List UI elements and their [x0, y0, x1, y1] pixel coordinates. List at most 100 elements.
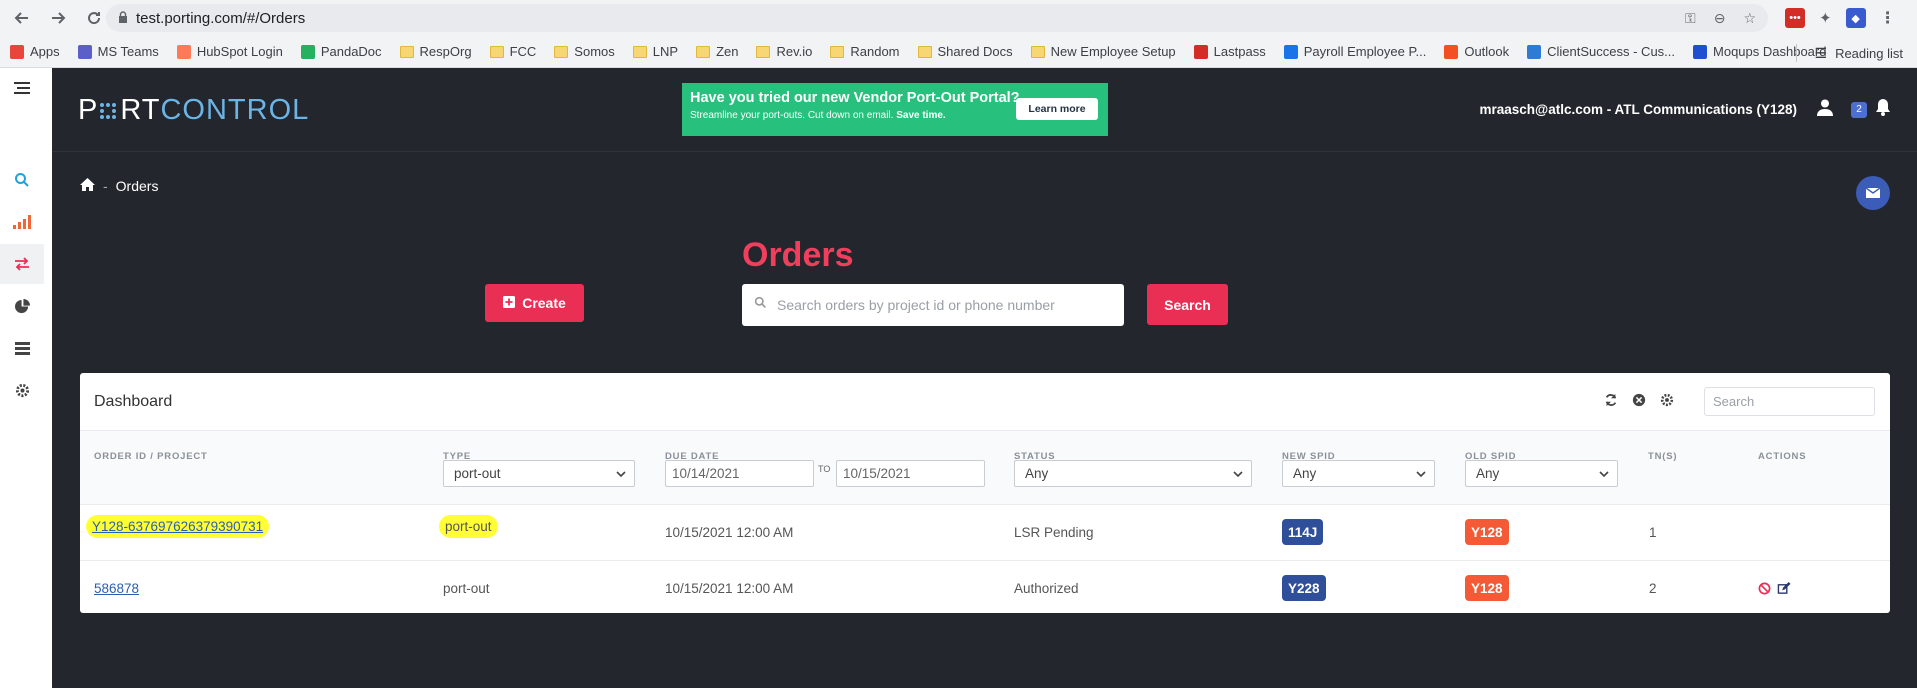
bookmarks-bar: Apps MS Teams HubSpot Login PandaDoc RespOrg…: [0, 36, 1917, 68]
gear-nav-icon[interactable]: [0, 370, 44, 410]
bookmark-item[interactable]: PandaDoc: [300, 44, 382, 59]
tn-count-cell: 1: [1649, 525, 1657, 540]
date-range-to-label: TO: [818, 464, 831, 474]
search-nav-icon[interactable]: [0, 160, 44, 200]
bookmark-label: PandaDoc: [320, 44, 382, 59]
bookmark-item[interactable]: RespOrg: [399, 44, 472, 59]
bookmark-label: Shared Docs: [937, 44, 1013, 59]
pandadoc-icon: [300, 44, 315, 59]
menu-dots-icon[interactable]: ⋮: [1880, 8, 1896, 28]
reload-icon[interactable]: [80, 4, 108, 32]
bookmark-item[interactable]: Random: [830, 44, 900, 59]
bookmark-item[interactable]: ClientSuccess - Cus...: [1527, 44, 1675, 59]
transfer-arrows-icon[interactable]: [0, 244, 44, 284]
bookmark-label: ClientSuccess - Cus...: [1547, 44, 1676, 59]
old-spid-badge: Y128: [1465, 519, 1509, 545]
zoom-icon[interactable]: ⊖: [1714, 10, 1726, 27]
due-date-from-input[interactable]: 10/14/2021: [665, 460, 814, 487]
bookmark-label: RespOrg: [419, 44, 472, 59]
bookmark-item[interactable]: Lastpass: [1193, 44, 1266, 59]
bookmark-item[interactable]: LNP: [632, 44, 678, 59]
user-account-label[interactable]: mraasch@atlc.com - ATL Communications (Y…: [1480, 102, 1798, 117]
plus-square-icon: [503, 295, 516, 311]
home-icon[interactable]: [80, 178, 95, 194]
forward-icon[interactable]: [44, 4, 72, 32]
page-title: Orders: [742, 236, 854, 274]
bookmark-item[interactable]: Zen: [696, 44, 738, 59]
signal-bars-icon[interactable]: [0, 202, 44, 242]
old-spid-filter-select[interactable]: Any: [1465, 460, 1618, 487]
bell-icon[interactable]: [1875, 98, 1891, 121]
bookmark-item[interactable]: Outlook: [1444, 44, 1509, 59]
order-id-link[interactable]: Y128-637697626379390731: [92, 519, 263, 534]
puzzle-icon[interactable]: ✦: [1819, 9, 1832, 27]
order-search-field[interactable]: [742, 284, 1124, 326]
outlook-icon: [1444, 44, 1459, 59]
bookmark-item[interactable]: MS Teams: [77, 44, 159, 59]
order-search-input[interactable]: [777, 297, 1117, 313]
cancel-order-icon[interactable]: [1758, 582, 1771, 600]
pie-chart-icon[interactable]: [0, 286, 44, 326]
create-order-button[interactable]: Create: [485, 284, 584, 322]
app-header: P RTCONTROL Have you tried our new Vendor…: [52, 68, 1917, 152]
bookmark-item[interactable]: Somos: [554, 44, 615, 59]
dashboard-search-input[interactable]: [1704, 387, 1875, 416]
bookmark-label: Somos: [574, 44, 615, 59]
extension-lastpass-icon[interactable]: •••: [1785, 8, 1805, 28]
reading-list-icon: ☰: [1814, 44, 1828, 61]
edit-order-icon[interactable]: [1777, 582, 1791, 600]
search-button[interactable]: Search: [1147, 284, 1228, 325]
address-bar[interactable]: test.porting.com/#/Orders ⚿ ⊖ ☆: [106, 4, 1768, 32]
settings-gear-icon[interactable]: [1660, 393, 1674, 412]
type-filter-select[interactable]: port-out: [443, 460, 635, 487]
chevron-down-icon: [1233, 471, 1243, 478]
mail-icon[interactable]: [1856, 176, 1890, 210]
server-list-icon[interactable]: [0, 328, 44, 368]
bookmark-item[interactable]: Payroll Employee P...: [1283, 44, 1426, 59]
new-spid-filter-select[interactable]: Any: [1282, 460, 1435, 487]
bookmark-label: HubSpot Login: [196, 44, 283, 59]
clientsuccess-icon: [1527, 44, 1542, 59]
reading-list-label: Reading list: [1835, 45, 1903, 61]
col-order-id: ORDER ID / PROJECT: [94, 451, 208, 462]
dashboard-card: Dashboard ORDER ID / PROJECT TYPE DUE DA…: [80, 373, 1890, 613]
new-spid-badge: Y228: [1282, 575, 1326, 601]
portcontrol-logo[interactable]: P RTCONTROL: [78, 94, 309, 127]
teams-icon: [77, 44, 92, 59]
chevron-down-icon: [1416, 471, 1426, 478]
notification-count-badge[interactable]: 2: [1851, 101, 1867, 118]
table-header: ORDER ID / PROJECT TYPE DUE DATE STATUS …: [80, 430, 1890, 505]
bookmark-item[interactable]: Rev.io: [756, 44, 812, 59]
chevron-down-icon: [616, 471, 626, 478]
bookmark-item[interactable]: Shared Docs: [917, 44, 1013, 59]
menu-toggle-icon[interactable]: [0, 68, 44, 108]
learn-more-button[interactable]: Learn more: [1016, 98, 1098, 120]
reading-list-button[interactable]: ☰ Reading list: [1795, 44, 1903, 62]
user-icon[interactable]: [1817, 99, 1833, 121]
bookmark-item[interactable]: HubSpot Login: [176, 44, 283, 59]
bookmark-item[interactable]: New Employee Setup: [1030, 44, 1176, 59]
bookmark-label: Rev.io: [776, 44, 813, 59]
bookmark-item[interactable]: FCC: [489, 44, 536, 59]
refresh-icon[interactable]: [1604, 393, 1618, 412]
bookmark-label: Random: [850, 44, 900, 59]
apps-grid-icon: [10, 44, 24, 59]
folder-icon: [632, 45, 647, 58]
clear-filters-icon[interactable]: [1632, 393, 1646, 412]
url-text: test.porting.com/#/Orders: [136, 9, 306, 27]
status-filter-select[interactable]: Any: [1014, 460, 1252, 487]
star-icon[interactable]: ☆: [1743, 10, 1756, 27]
col-actions: ACTIONS: [1758, 451, 1807, 462]
order-id-link[interactable]: 586878: [94, 581, 139, 596]
back-icon[interactable]: [8, 4, 36, 32]
browser-toolbar: test.porting.com/#/Orders ⚿ ⊖ ☆ ••• ✦ ◆ …: [0, 0, 1917, 36]
bookmark-item[interactable]: Apps: [10, 44, 60, 59]
folder-icon: [489, 45, 504, 58]
folder-icon: [696, 45, 711, 58]
chevron-down-icon: [1599, 471, 1609, 478]
folder-icon: [399, 45, 414, 58]
vendor-portal-banner[interactable]: Have you tried our new Vendor Port-Out P…: [682, 83, 1108, 136]
extension-profile-icon[interactable]: ◆: [1845, 8, 1866, 28]
due-date-to-input[interactable]: 10/15/2021: [836, 460, 985, 487]
key-icon[interactable]: ⚿: [1685, 10, 1696, 27]
